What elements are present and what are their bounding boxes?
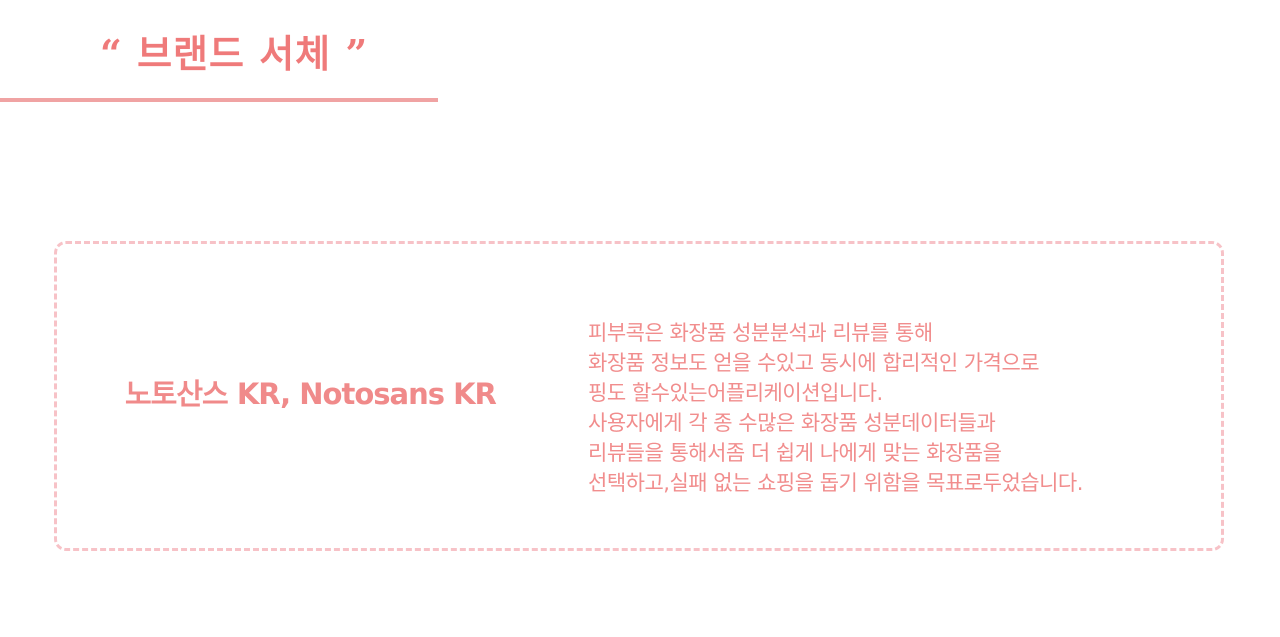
font-name-label: 노토산스 KR, Notosans KR xyxy=(125,377,497,411)
section-title: “ 브랜드 서체 ” xyxy=(100,31,369,76)
sample-text-line: 사용자에게 각 종 수많은 화장품 성분데이터들과 xyxy=(588,411,996,435)
sample-text-line: 리뷰들을 통해서좀 더 쉽게 나에게 맞는 화장품을 xyxy=(588,441,1002,465)
font-sample-card: 노토산스 KR, Notosans KR 피부콕은 화장품 성분분석과 리뷰를 … xyxy=(54,241,1224,551)
sample-text-block: 피부콕은 화장품 성분분석과 리뷰를 통해 화장품 정보도 얻을 수있고 동시에… xyxy=(588,318,1083,498)
sample-text-line: 선택하고,실패 없는 쇼핑을 돕기 위함을 목표로두었습니다. xyxy=(588,471,1083,495)
title-underline xyxy=(0,98,438,102)
sample-text-line: 화장품 정보도 얻을 수있고 동시에 합리적인 가격으로 xyxy=(588,351,1040,375)
sample-text-line: 피부콕은 화장품 성분분석과 리뷰를 통해 xyxy=(588,321,933,345)
sample-text-line: 핑도 할수있는어플리케이션입니다. xyxy=(588,381,883,405)
